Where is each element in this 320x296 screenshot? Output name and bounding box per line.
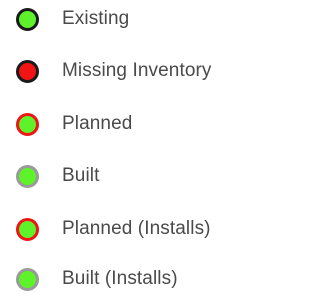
- legend-label: Missing Inventory: [62, 60, 212, 81]
- green-circle-red-border-icon: [16, 217, 39, 241]
- legend-label: Built (Installs): [62, 268, 178, 289]
- green-circle-gray-border-icon: [16, 164, 39, 188]
- legend-label: Built: [62, 165, 100, 186]
- green-circle-dark-border-icon: [16, 7, 39, 31]
- green-circle-gray-border-icon: [16, 267, 39, 291]
- green-circle-red-border-icon: [16, 112, 39, 136]
- legend-label: Planned: [62, 113, 133, 134]
- legend-label: Planned (Installs): [62, 218, 211, 239]
- legend-label: Existing: [62, 8, 130, 29]
- map-legend: Existing Missing Inventory Planned Built…: [0, 0, 254, 296]
- red-circle-dark-border-icon: [16, 59, 39, 83]
